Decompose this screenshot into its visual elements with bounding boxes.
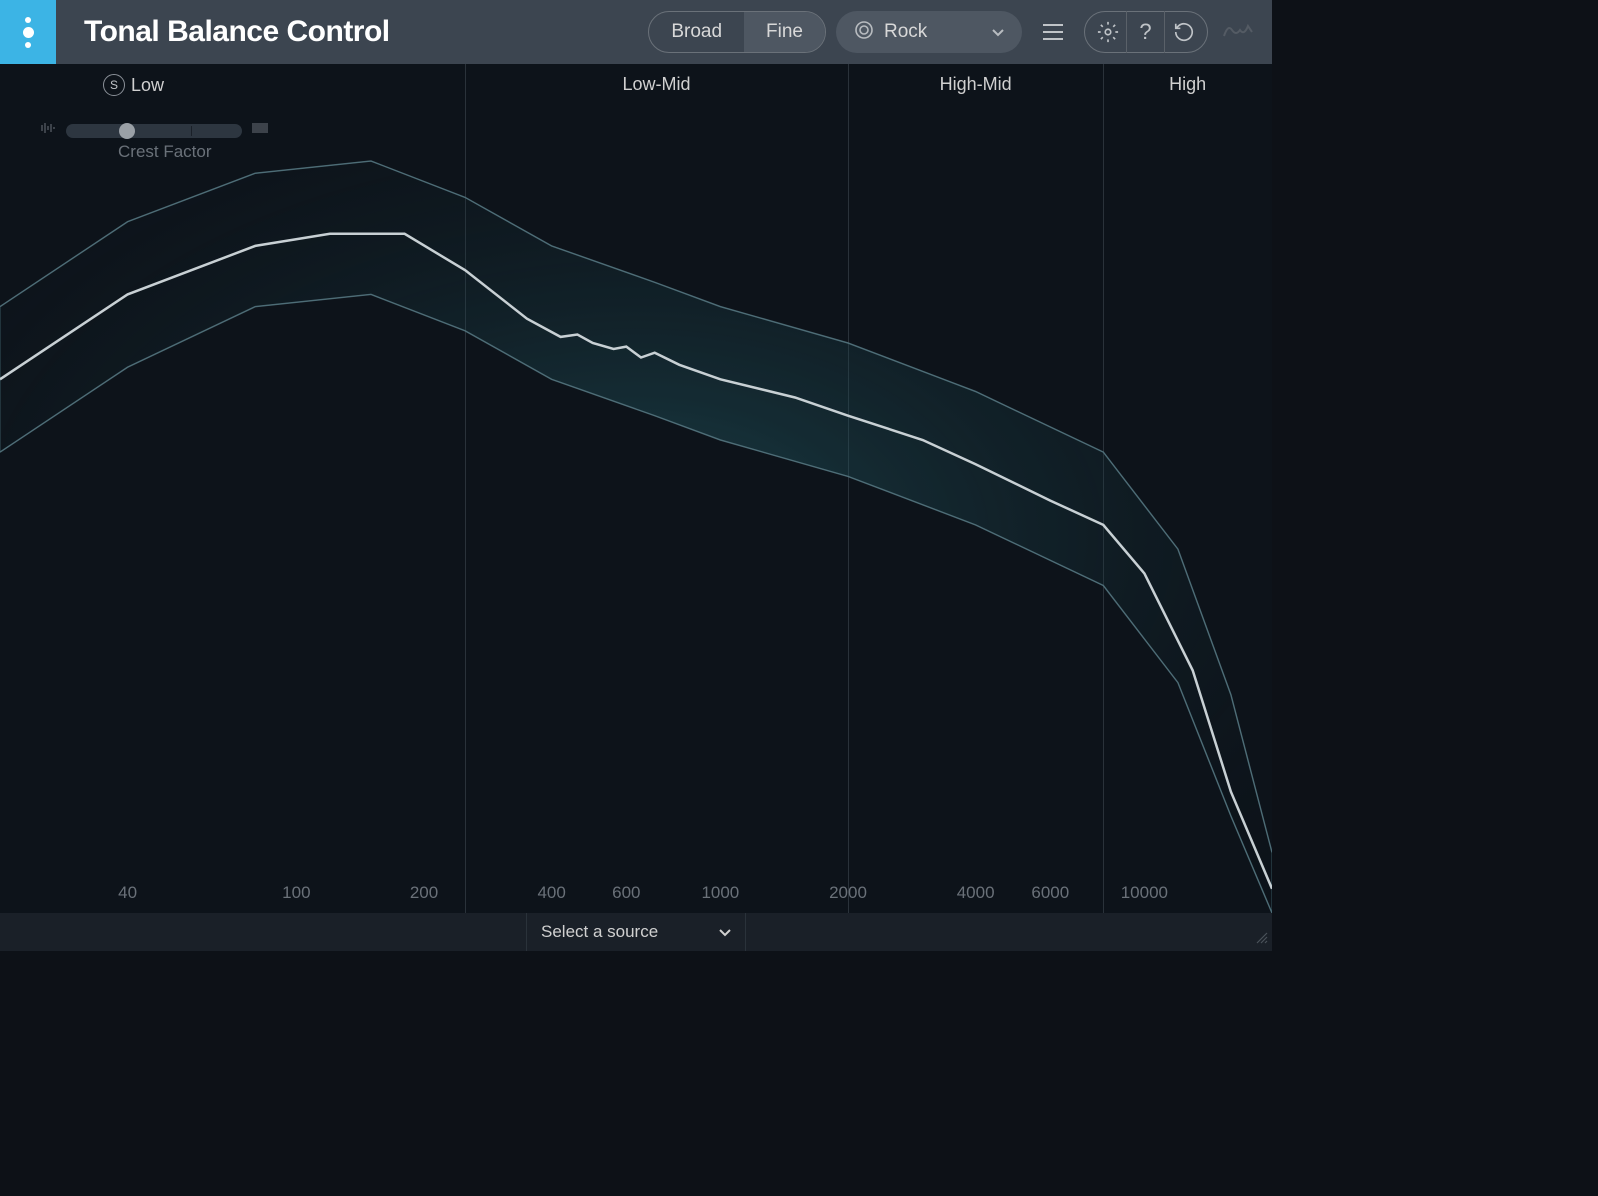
footer-bar: Select a source — [0, 913, 1272, 951]
resize-grip-icon[interactable] — [1254, 930, 1268, 949]
view-fine-button[interactable]: Fine — [744, 12, 825, 52]
plugin-title: Tonal Balance Control — [84, 15, 390, 49]
header-bar: Tonal Balance Control Broad Fine Rock — [0, 0, 1272, 64]
question-icon: ? — [1139, 19, 1151, 45]
header-controls: Broad Fine Rock — [648, 11, 1272, 53]
spectrum-graph[interactable]: S Low Low-Mid High-Mid High Crest Factor — [0, 64, 1272, 913]
freq-tick-label: 200 — [410, 883, 438, 903]
source-dropdown[interactable]: Select a source — [526, 913, 746, 951]
preset-dropdown[interactable]: Rock — [836, 11, 1022, 53]
freq-tick-label: 1000 — [701, 883, 739, 903]
freq-tick-label: 10000 — [1121, 883, 1168, 903]
util-icon-group: ? — [1084, 11, 1208, 53]
izotope-logo-icon — [1222, 16, 1254, 49]
preset-label: Rock — [884, 21, 982, 43]
freq-tick-label: 6000 — [1031, 883, 1069, 903]
brand-logo-icon — [0, 0, 56, 64]
undo-circle-icon — [1173, 21, 1195, 43]
freq-tick-label: 600 — [612, 883, 640, 903]
freq-tick-label: 2000 — [829, 883, 867, 903]
freq-tick-label: 4000 — [957, 883, 995, 903]
freq-tick-label: 40 — [118, 883, 137, 903]
hamburger-icon — [1041, 22, 1065, 42]
chevron-down-icon — [719, 922, 731, 942]
source-placeholder: Select a source — [541, 922, 658, 942]
gear-icon — [1097, 21, 1119, 43]
settings-button[interactable] — [1089, 11, 1127, 53]
target-icon — [854, 20, 874, 45]
spectrum-curves — [0, 64, 1272, 913]
freq-tick-label: 100 — [282, 883, 310, 903]
view-mode-toggle: Broad Fine — [648, 11, 826, 53]
chevron-down-icon — [992, 25, 1004, 40]
help-button[interactable]: ? — [1127, 11, 1165, 53]
history-button[interactable] — [1165, 11, 1203, 53]
freq-tick-label: 400 — [537, 883, 565, 903]
menu-button[interactable] — [1032, 11, 1074, 53]
view-broad-button[interactable]: Broad — [649, 12, 744, 52]
